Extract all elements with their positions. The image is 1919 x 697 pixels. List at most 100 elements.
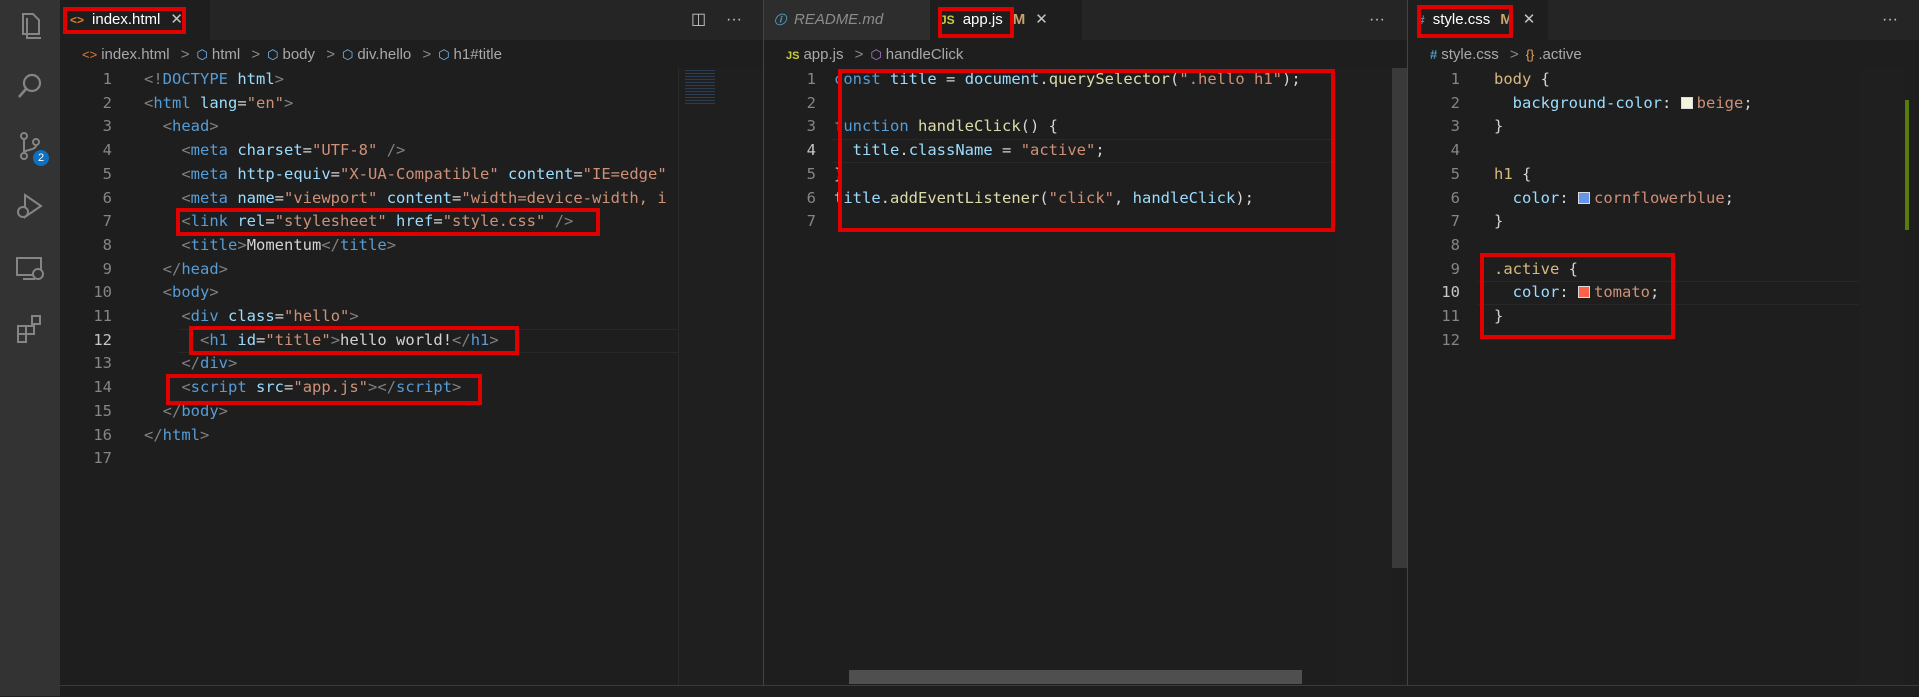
color-swatch[interactable] [1578,191,1591,204]
code-line[interactable]: 17 [60,447,678,471]
tab-readme[interactable]: ⓘ README.md [764,0,930,40]
code-line[interactable]: 5 <meta http-equiv="X-UA-Compatible" con… [60,163,678,187]
code-line[interactable]: 13 </div> [60,352,678,376]
code-line[interactable]: 12 [1408,329,1859,353]
code-line[interactable]: 3 function handleClick() { [764,115,1387,139]
breadcrumb: # style.css >{} .active [1430,46,1582,63]
code-token: = [274,188,285,207]
minimap[interactable] [1858,68,1903,685]
horizontal-scrollbar[interactable] [849,670,1302,684]
split-editor-icon[interactable]: ◫ [691,0,706,40]
minimap[interactable] [1337,68,1392,685]
remote-explorer-icon[interactable] [14,252,46,284]
code-editor[interactable]: 1 body {2 background-color: beige; 3} 4 5 h1 … [1408,68,1859,685]
explorer-icon[interactable] [14,10,46,42]
run-debug-icon[interactable] [14,190,46,222]
tab-index-html[interactable]: <> index.html ✕ [60,0,210,40]
code-line[interactable]: 10 color: tomato; [1408,281,1859,306]
color-swatch[interactable] [1680,96,1693,109]
breadcrumb-item[interactable]: app.js [803,46,843,63]
code-line[interactable]: 7 <link rel="stylesheet" href="style.css… [60,210,678,234]
tab-app-js[interactable]: JS app.js M ✕ [930,0,1082,40]
code-line[interactable]: 11 <div class="hello"> [60,305,678,329]
code-line[interactable]: 3} [1408,115,1859,139]
code-token: handleClick [918,117,1021,136]
code-token: = [936,70,965,88]
color-swatch[interactable] [1578,286,1591,299]
code-line[interactable]: 9 </head> [60,258,678,282]
close-icon[interactable]: ✕ [1523,11,1536,28]
code-line[interactable]: 1 <!DOCTYPE html> [60,68,678,92]
code-token: = [284,378,294,397]
close-icon[interactable]: ✕ [1035,11,1048,28]
code-line[interactable]: 2 [764,92,1387,116]
code-line[interactable]: 14 <script src="app.js"></script> [60,376,678,400]
code-line[interactable]: 1 const title = document.querySelector(".… [764,68,1387,92]
code-line[interactable]: 8 [1408,234,1859,258]
code-token: } [1494,212,1504,231]
code-editor[interactable]: 1 <!DOCTYPE html> 2 <html lang="en"> 3 <head… [60,68,678,685]
code-token: ; [1724,188,1735,207]
code-line[interactable]: 5} [764,163,1387,187]
more-actions-icon[interactable]: ··· [1369,0,1385,40]
more-actions-icon[interactable]: ··· [1882,0,1898,40]
code-line[interactable]: 8 <title>Momentum</title> [60,234,678,258]
code-line[interactable]: 2 background-color: beige; [1408,92,1859,116]
breadcrumb-item[interactable]: index.html [101,46,169,63]
code-line[interactable]: 7 [764,210,1387,234]
code-line[interactable]: 9 .active { [1408,258,1859,282]
breadcrumb-item[interactable]: html [212,46,240,63]
code-line[interactable]: 11} [1408,305,1859,329]
code-token: > [330,330,341,349]
modified-indicator: M [1500,11,1513,28]
close-icon[interactable]: ✕ [170,11,183,28]
code-token: h1 [470,330,490,349]
code-line[interactable]: 6 <meta name="viewport" content="width=d… [60,187,678,211]
line-number: 1 [102,70,112,88]
code-token: h1 [209,330,229,349]
code-line[interactable]: 1 body { [1408,68,1859,92]
code-token: meta [190,164,228,183]
code-line[interactable]: 6 title.addEventListener("click", handleC… [764,187,1387,211]
vertical-scrollbar[interactable] [1392,68,1407,568]
more-actions-icon[interactable]: ··· [726,0,742,40]
code-line[interactable]: 16 </html> [60,424,678,448]
code-token: </ [321,235,341,254]
code-line[interactable]: 4 title.className = "active"; [764,139,1387,164]
code-line[interactable]: 7} [1408,210,1859,234]
overview-ruler-change [1905,100,1909,230]
breadcrumb-item[interactable]: style.css [1441,46,1499,63]
line-number: 2 [1450,93,1460,112]
code-token: body [1494,70,1532,88]
breadcrumb-item[interactable]: handleClick [886,46,964,63]
breadcrumb-item[interactable]: h1#title [454,46,502,63]
code-line[interactable]: 6 color: cornflowerblue; [1408,187,1859,211]
code-line[interactable]: 2 <html lang="en"> [60,92,678,116]
code-line[interactable]: 3 <head> [60,115,678,139]
code-line[interactable]: 4 [1408,139,1859,163]
line-number: 13 [93,354,112,373]
tab-bar: <> index.html ✕ ◫ ··· [60,0,763,40]
tab-style-css[interactable]: # style.css M ✕ [1408,0,1548,40]
code-line[interactable]: 10 <body> [60,281,678,305]
breadcrumb-item[interactable]: .active [1538,46,1581,63]
breadcrumb-item[interactable]: body [283,46,316,63]
extensions-icon[interactable] [14,312,46,344]
minimap[interactable] [678,68,763,685]
code-line[interactable]: 5 h1 { [1408,163,1859,187]
code-token: > [218,401,229,420]
code-token: function [834,117,909,136]
code-token: /> [554,212,574,231]
code-line[interactable]: 4 <meta charset="UTF-8" /> [60,139,678,163]
code-line[interactable]: 15 </body> [60,400,678,424]
search-icon[interactable] [14,70,46,102]
code-editor[interactable]: 1 const title = document.querySelector(".… [764,68,1387,685]
breadcrumb-item[interactable]: div.hello [357,46,411,63]
code-line[interactable]: 12 <h1 id="title">hello world!</h1> [60,328,678,353]
code-token: Momentum [246,235,322,254]
